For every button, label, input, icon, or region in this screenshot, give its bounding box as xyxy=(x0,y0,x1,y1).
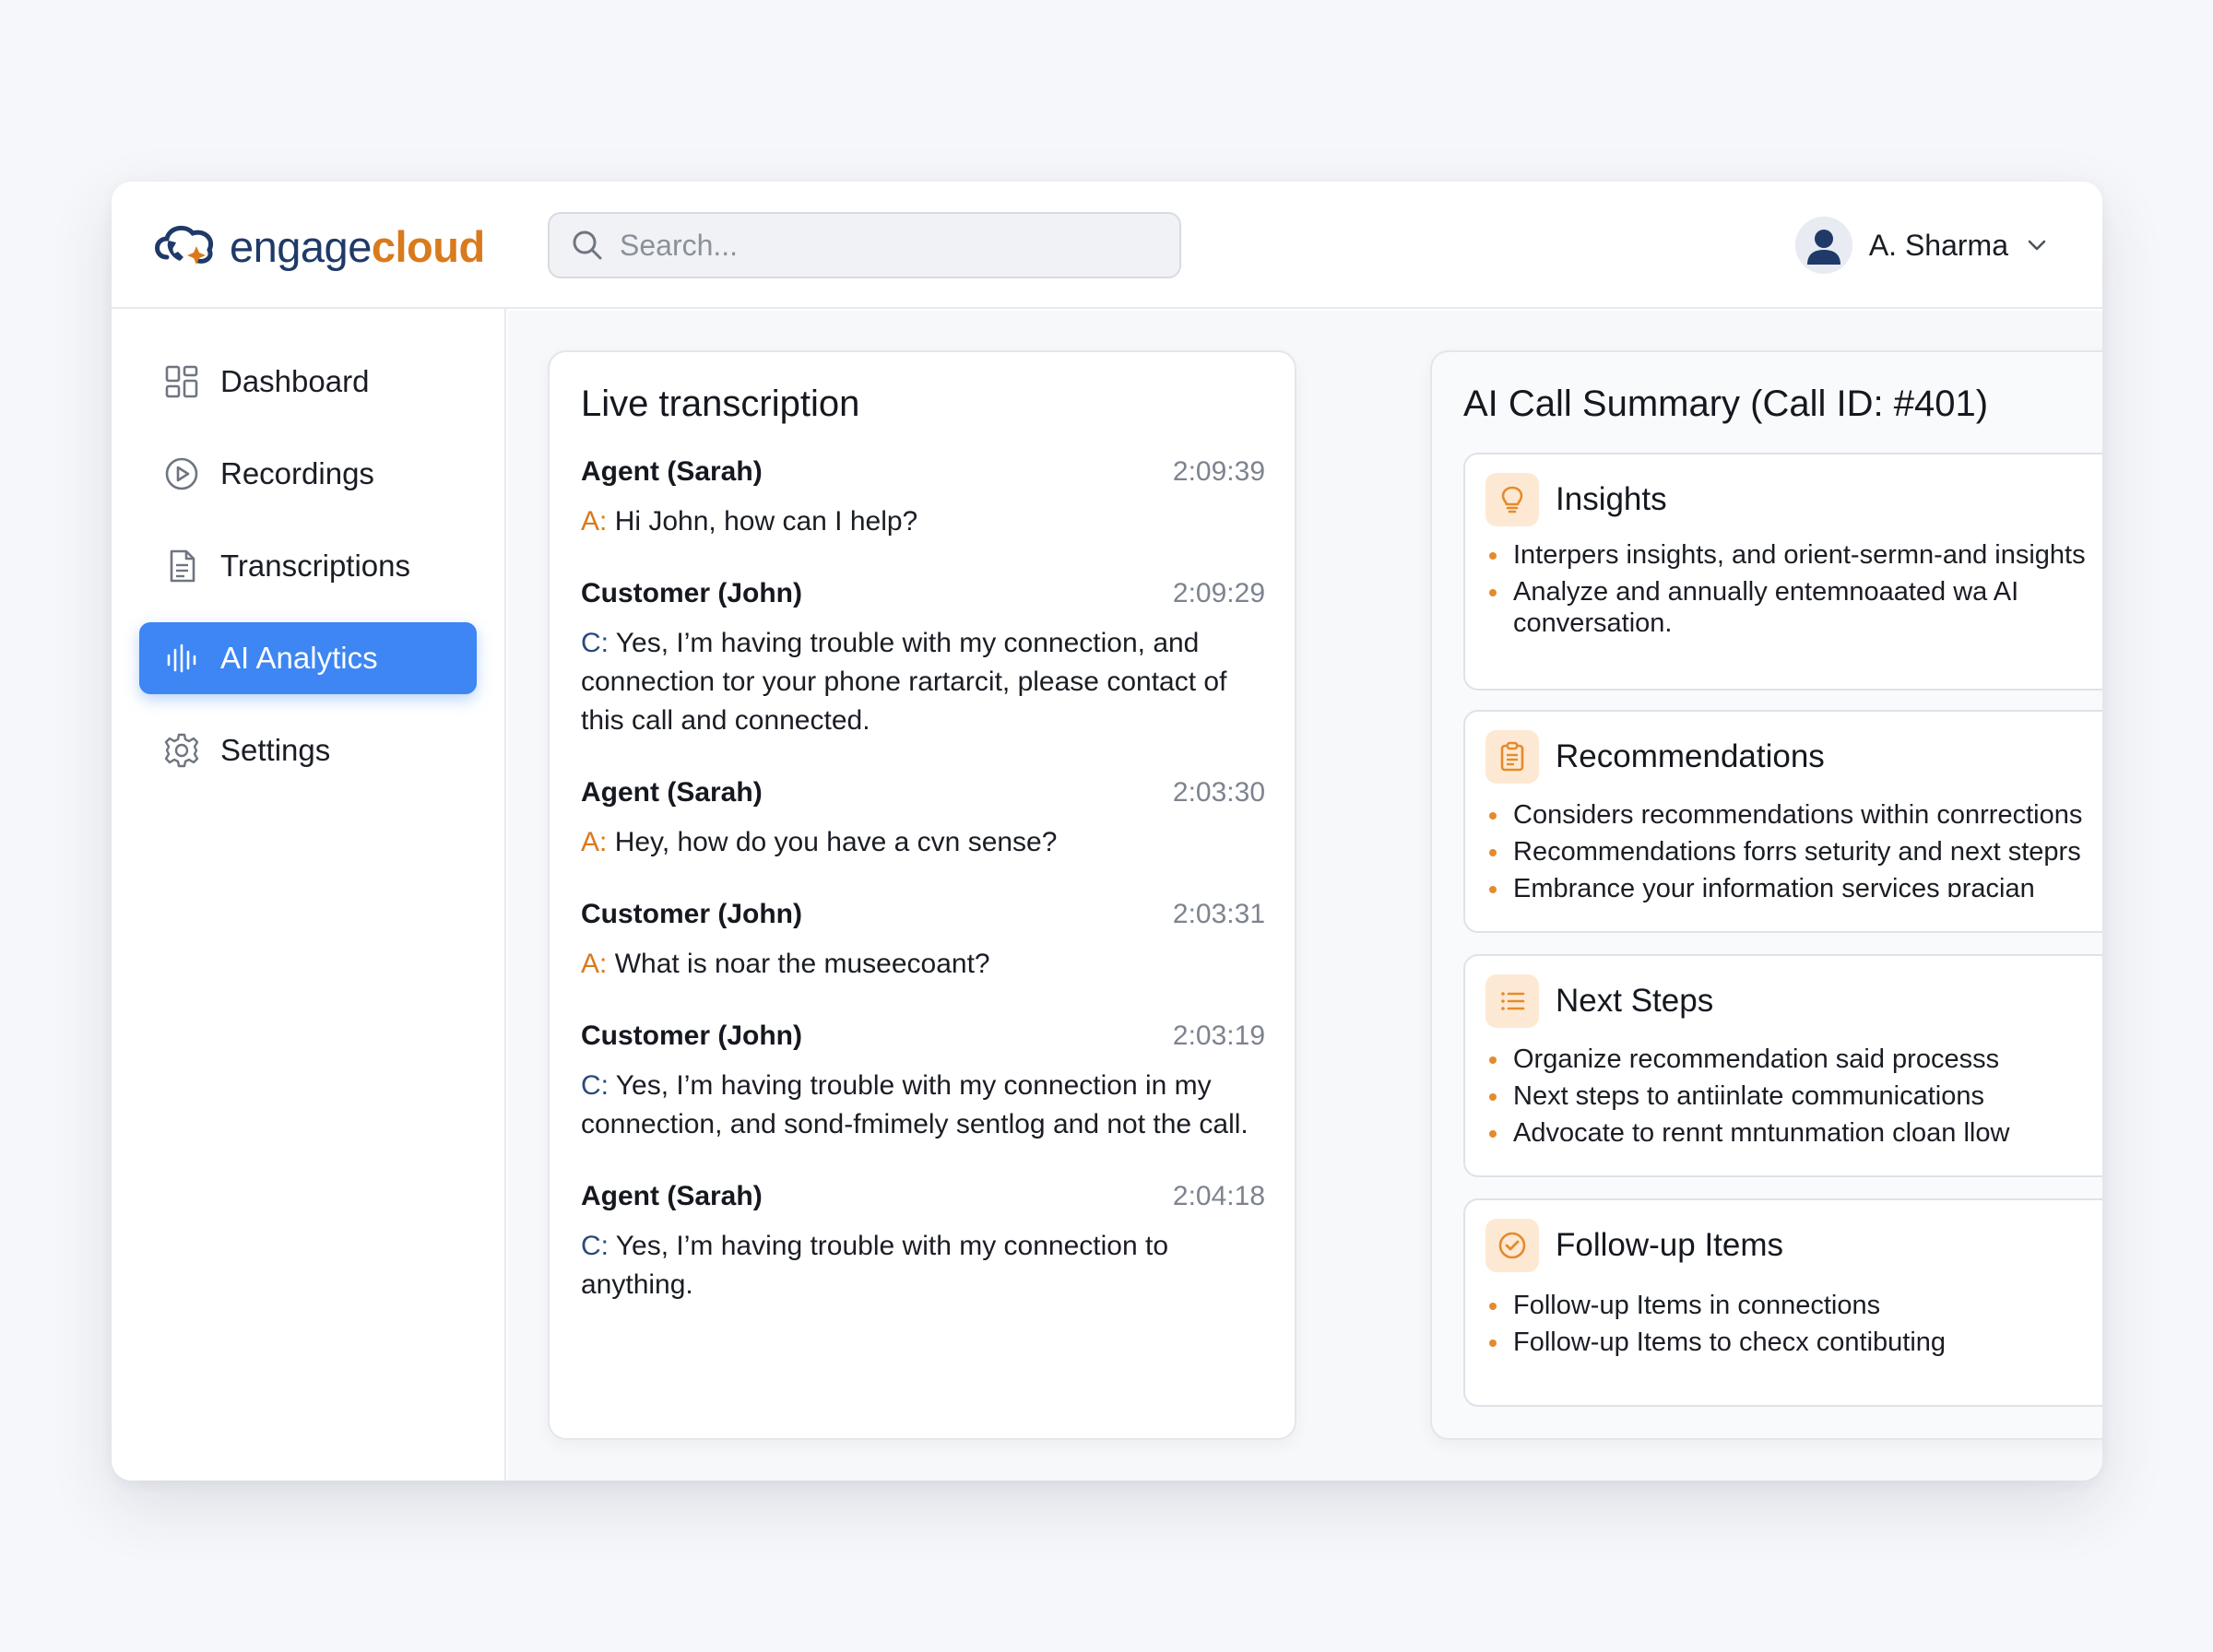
speaker-prefix: A: xyxy=(581,949,608,979)
message-timestamp: 2:03:31 xyxy=(1172,899,1265,929)
chevron-down-icon[interactable] xyxy=(2025,233,2049,257)
main-content: Live transcription Agent (Sarah) 2:09:39… xyxy=(508,311,2102,1481)
play-circle-icon xyxy=(165,457,198,490)
search-bar[interactable] xyxy=(548,212,1181,278)
panel-title: Live transcription xyxy=(581,384,860,424)
list-item: Recommendations forrs seturity and next … xyxy=(1485,836,2102,867)
next-steps-list: Organize recommendation said processs Ne… xyxy=(1485,1044,2102,1154)
list-item: Advocate to rennt mntunmation cloan llow xyxy=(1485,1117,2102,1149)
ai-summary-panel: AI Call Summary (Call ID: #401) Insights… xyxy=(1430,350,2102,1440)
message-body: Yes, I’m having trouble with my connecti… xyxy=(581,628,1227,736)
message-timestamp: 2:09:29 xyxy=(1172,578,1265,608)
sidebar-item-dashboard[interactable]: Dashboard xyxy=(139,346,477,418)
speaker-name: Customer (John) xyxy=(581,1021,802,1051)
user-icon xyxy=(1794,217,1852,274)
sound-bars-icon xyxy=(167,643,196,673)
speaker-name: Agent (Sarah) xyxy=(581,456,763,487)
search-icon xyxy=(573,230,602,260)
sidebar-item-settings[interactable]: Settings xyxy=(139,714,477,786)
avatar xyxy=(1794,217,1852,274)
message-body: What is noar the museecoant? xyxy=(607,949,990,979)
lightbulb-icon xyxy=(1485,473,1539,526)
list-item: Considers recommendations within conrrec… xyxy=(1485,799,2102,831)
speaker-prefix: C: xyxy=(581,1231,609,1261)
message-text: C: Yes, I’m having trouble with my conne… xyxy=(581,1067,1265,1144)
transcript-message: Agent (Sarah) 2:04:18 C: Yes, I’m having… xyxy=(581,1181,1265,1304)
transcript-message: Customer (John) 2:09:29 C: Yes, I’m havi… xyxy=(581,578,1265,740)
message-timestamp: 2:09:39 xyxy=(1172,456,1265,487)
section-title: Follow-up Items xyxy=(1556,1227,1784,1263)
speaker-prefix: C: xyxy=(581,1070,609,1101)
message-text: A: Hi John, how can I help? xyxy=(581,502,1265,541)
panel-title: AI Call Summary (Call ID: #401) xyxy=(1463,384,1989,424)
speaker-name: Agent (Sarah) xyxy=(581,1181,763,1211)
transcription-panel: Live transcription Agent (Sarah) 2:09:39… xyxy=(548,350,1296,1440)
speaker-prefix: C: xyxy=(581,628,609,658)
message-text: A: What is noar the museecoant? xyxy=(581,945,1265,984)
sidebar-item-label: Recordings xyxy=(220,456,374,490)
message-timestamp: 2:03:19 xyxy=(1172,1021,1265,1051)
speaker-name: Agent (Sarah) xyxy=(581,777,763,808)
sidebar: Dashboard Recordings Transcriptions AI A… xyxy=(112,309,506,1481)
message-text: C: Yes, I’m having trouble with my conne… xyxy=(581,1227,1265,1304)
brand-logo[interactable]: engagecloud xyxy=(148,218,485,274)
insights-list: Interpers insights, and orient-sermn-and… xyxy=(1485,539,2102,644)
speaker-name: Customer (John) xyxy=(581,578,802,608)
list-icon xyxy=(1485,974,1539,1028)
list-item: Follow-up Items in connections xyxy=(1485,1290,2102,1321)
message-body: Yes, I’m having trouble with my connecti… xyxy=(581,1070,1249,1139)
speaker-prefix: A: xyxy=(581,827,608,857)
insights-card: Insights Interpers insights, and orient-… xyxy=(1463,453,2102,690)
user-name: A. Sharma xyxy=(1868,228,2008,262)
transcript-message: Customer (John) 2:03:31 A: What is noar … xyxy=(581,899,1265,984)
logo-icon xyxy=(155,225,213,265)
list-item: Interpers insights, and orient-sermn-and… xyxy=(1485,539,2102,571)
speaker-name: Customer (John) xyxy=(581,899,802,929)
sidebar-item-label: Transcriptions xyxy=(220,549,411,583)
top-header: engagecloud A. Sharma xyxy=(112,182,2102,309)
follow-up-card: Follow-up Items Follow-up Items in conne… xyxy=(1463,1198,2102,1407)
brand-name-part2: cloud xyxy=(371,221,485,271)
message-text: C: Yes, I’m having trouble with my conne… xyxy=(581,624,1265,740)
transcript-message: Agent (Sarah) 2:03:30 A: Hey, how do you… xyxy=(581,777,1265,862)
section-title: Recommendations xyxy=(1556,738,1825,774)
brand-name-part1: engage xyxy=(230,221,372,271)
list-item: Analyze and annually entemnoaated wa AI … xyxy=(1485,576,2102,639)
message-timestamp: 2:03:30 xyxy=(1172,777,1265,808)
message-body: Hi John, how can I help? xyxy=(607,506,918,537)
message-timestamp: 2:04:18 xyxy=(1172,1181,1265,1211)
sidebar-item-recordings[interactable]: Recordings xyxy=(139,438,477,510)
transcript-message: Customer (John) 2:03:19 C: Yes, I’m havi… xyxy=(581,1021,1265,1144)
list-item: Follow-up Items to checx contibuting xyxy=(1485,1327,2102,1358)
list-item: Embrance your information services ɒraci… xyxy=(1485,873,2102,904)
gear-icon xyxy=(164,733,199,768)
grid-icon xyxy=(165,365,198,398)
recommendations-list: Considers recommendations within conrrec… xyxy=(1485,799,2102,910)
document-icon xyxy=(170,549,195,583)
user-menu[interactable]: A. Sharma xyxy=(1794,217,2049,274)
sidebar-item-transcriptions[interactable]: Transcriptions xyxy=(139,530,477,602)
speaker-prefix: A: xyxy=(581,506,608,537)
section-title: Insights xyxy=(1556,481,1667,517)
message-body: Yes, I’m having trouble with my connecti… xyxy=(581,1231,1169,1300)
message-body: Hey, how do you have a cvn sense? xyxy=(607,827,1058,857)
transcript-message: Agent (Sarah) 2:09:39 A: Hi John, how ca… xyxy=(581,456,1265,541)
list-item: Organize recommendation said processs xyxy=(1485,1044,2102,1075)
list-item: Next steps to antiinlate communications xyxy=(1485,1080,2102,1112)
sidebar-item-label: Dashboard xyxy=(220,364,370,398)
section-title: Next Steps xyxy=(1556,983,1714,1019)
recommendations-card: Recommendations Considers recommendation… xyxy=(1463,710,2102,933)
check-circle-icon xyxy=(1485,1219,1539,1272)
clipboard-icon xyxy=(1485,730,1539,784)
sidebar-item-label: Settings xyxy=(220,733,331,767)
message-text: A: Hey, how do you have a cvn sense? xyxy=(581,823,1265,862)
next-steps-card: Next Steps Organize recommendation said … xyxy=(1463,954,2102,1177)
app-window: engagecloud A. Sharma xyxy=(112,182,2102,1481)
sidebar-item-label: AI Analytics xyxy=(220,641,378,675)
sidebar-item-ai-analytics[interactable]: AI Analytics xyxy=(139,622,477,694)
search-input[interactable] xyxy=(618,227,1134,264)
brand-name: engagecloud xyxy=(230,225,485,268)
follow-up-list: Follow-up Items in connections Follow-up… xyxy=(1485,1290,2102,1363)
